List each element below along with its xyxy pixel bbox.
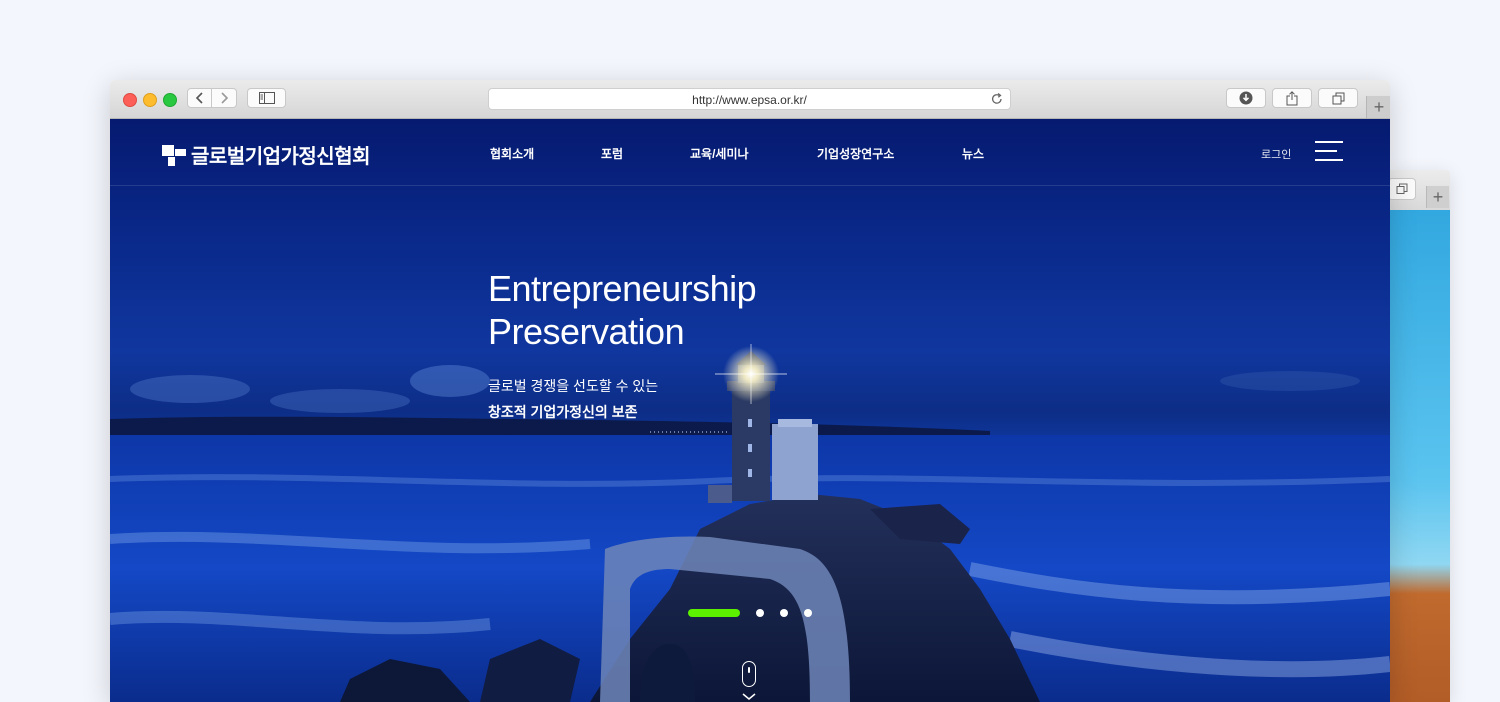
hero-subtitle-line-1: 글로벌 경쟁을 선도할 수 있는 (488, 378, 659, 394)
hero-subtitle-line-2: 창조적 기업가정신의 보존 (488, 404, 638, 420)
reload-icon[interactable] (990, 92, 1004, 106)
sidebar-button[interactable] (247, 88, 286, 108)
background-page-image (1390, 210, 1450, 702)
nav-item-news[interactable]: 뉴스 (962, 145, 984, 162)
nav-item-education[interactable]: 교육/세미나 (690, 145, 749, 162)
download-icon (1239, 91, 1253, 105)
logo-mark-icon (162, 143, 186, 167)
pager-active-indicator[interactable] (688, 609, 740, 617)
site-logo[interactable]: 글로벌기업가정신협회 (162, 140, 371, 169)
hero-title: Entrepreneurship Preservation (488, 267, 757, 353)
share-icon (1286, 90, 1298, 105)
tabs-icon (1396, 183, 1408, 194)
pager-dot[interactable] (756, 609, 764, 617)
site-header: 글로벌기업가정신협회 협회소개 포럼 교육/세미나 기업성장연구소 뉴스 로그인 (110, 119, 1390, 186)
pager-dot[interactable] (780, 609, 788, 617)
plus-icon: + (1432, 187, 1444, 207)
forward-button[interactable] (212, 88, 237, 108)
close-window-button[interactable] (123, 93, 137, 107)
nav-item-research[interactable]: 기업성장연구소 (817, 145, 894, 162)
background-window-toolbar: + (1390, 170, 1450, 211)
sidebar-icon (258, 92, 275, 104)
browser-toolbar: http://www.epsa.or.kr/ + (110, 80, 1390, 119)
background-tabs-button[interactable] (1390, 178, 1416, 200)
browser-window: http://www.epsa.or.kr/ + 글로벌기업가정신협회 협회소개… (110, 80, 1390, 702)
url-text: http://www.epsa.or.kr/ (692, 93, 807, 107)
plus-icon: + (1373, 97, 1385, 117)
chevron-left-icon (195, 92, 203, 104)
hamburger-icon[interactable] (1315, 141, 1343, 163)
minimize-window-button[interactable] (143, 93, 157, 107)
scroll-mouse-icon[interactable] (742, 661, 756, 687)
web-page: 글로벌기업가정신협회 협회소개 포럼 교육/세미나 기업성장연구소 뉴스 로그인… (110, 119, 1390, 702)
nav-item-about[interactable]: 협회소개 (490, 145, 534, 162)
hero-title-line-2: Preservation (488, 311, 685, 352)
hero-background-image (110, 344, 1390, 702)
chevron-right-icon (221, 92, 229, 104)
tab-overview-button[interactable] (1318, 88, 1358, 108)
chevron-down-icon (742, 693, 756, 700)
pager-dot[interactable] (804, 609, 812, 617)
login-link[interactable]: 로그인 (1261, 146, 1291, 162)
nav-item-forum[interactable]: 포럼 (601, 145, 623, 162)
logo-text: 글로벌기업가정신협회 (191, 146, 371, 168)
address-bar[interactable]: http://www.epsa.or.kr/ (488, 88, 1011, 110)
background-browser-window: + (1390, 170, 1450, 702)
tabs-icon (1332, 92, 1344, 104)
zoom-window-button[interactable] (163, 93, 177, 107)
back-button[interactable] (187, 88, 212, 108)
hero-subtitle: 글로벌 경쟁을 선도할 수 있는 창조적 기업가정신의 보존 (488, 373, 658, 425)
background-new-tab-button[interactable]: + (1426, 186, 1449, 208)
share-button[interactable] (1272, 88, 1312, 108)
scroll-wheel (748, 667, 750, 673)
hero-title-line-1: Entrepreneurship (488, 268, 757, 309)
new-tab-button[interactable]: + (1366, 96, 1390, 118)
downloads-button[interactable] (1226, 88, 1266, 108)
